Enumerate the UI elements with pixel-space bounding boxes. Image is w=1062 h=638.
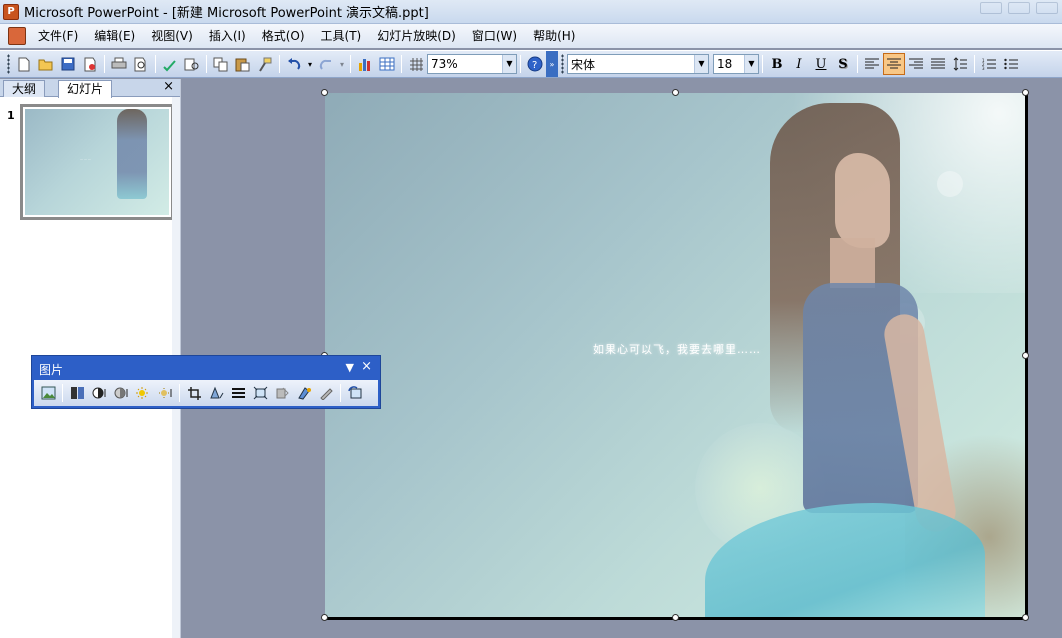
center-icon[interactable] bbox=[883, 53, 905, 75]
picture-toolbar-title: 图片 bbox=[39, 362, 64, 377]
more-brightness-icon[interactable] bbox=[132, 382, 154, 404]
menu-help[interactable]: 帮助(H) bbox=[525, 25, 583, 47]
paste-icon[interactable] bbox=[232, 53, 254, 75]
bullets-icon[interactable] bbox=[1000, 53, 1022, 75]
minimize-icon[interactable] bbox=[980, 2, 1002, 14]
document-menu-icon[interactable] bbox=[8, 27, 26, 45]
insert-picture-icon[interactable] bbox=[37, 382, 59, 404]
numbering-icon[interactable]: 123 bbox=[978, 53, 1000, 75]
less-contrast-icon[interactable] bbox=[110, 382, 132, 404]
maximize-icon[interactable] bbox=[1008, 2, 1030, 14]
line-style-icon[interactable] bbox=[227, 382, 249, 404]
align-left-icon[interactable] bbox=[861, 53, 883, 75]
svg-text:3: 3 bbox=[982, 66, 985, 70]
resize-handle-right[interactable] bbox=[1022, 352, 1029, 359]
close-window-icon[interactable] bbox=[1036, 2, 1058, 14]
print-preview-icon[interactable] bbox=[130, 53, 152, 75]
set-transparent-color-icon[interactable] bbox=[315, 382, 337, 404]
new-icon[interactable] bbox=[13, 53, 35, 75]
close-icon[interactable]: × bbox=[163, 79, 174, 95]
resize-handle-bottom-right[interactable] bbox=[1022, 614, 1029, 621]
copy-icon[interactable] bbox=[210, 53, 232, 75]
research-icon[interactable] bbox=[181, 53, 203, 75]
slide-caption: 如果心可以飞，我要去哪里…… bbox=[593, 343, 761, 356]
print-icon[interactable] bbox=[108, 53, 130, 75]
save-icon[interactable] bbox=[57, 53, 79, 75]
menu-tools[interactable]: 工具(T) bbox=[313, 25, 370, 47]
resize-handle-top-right[interactable] bbox=[1022, 89, 1029, 96]
menu-bar: 文件(F) 编辑(E) 视图(V) 插入(I) 格式(O) 工具(T) 幻灯片放… bbox=[0, 24, 1062, 48]
slide-number: 1 bbox=[7, 109, 15, 122]
align-right-icon[interactable] bbox=[905, 53, 927, 75]
window-controls bbox=[980, 2, 1058, 14]
rotate-left-icon[interactable] bbox=[205, 382, 227, 404]
menu-file[interactable]: 文件(F) bbox=[30, 25, 86, 47]
bold-button[interactable]: B bbox=[766, 53, 788, 75]
menu-window[interactable]: 窗口(W) bbox=[464, 25, 525, 47]
toolbar-options-icon[interactable]: » bbox=[546, 51, 558, 77]
undo-dropdown-icon[interactable]: ▾ bbox=[305, 53, 315, 75]
open-icon[interactable] bbox=[35, 53, 57, 75]
font-size-select[interactable]: 18 ▼ bbox=[713, 54, 759, 74]
standard-formatting-toolbar: ▾ ▾ 73% ▼ ? » 宋体 ▼ 18 ▼ B I U S 123 bbox=[0, 50, 1062, 78]
powerpoint-app-icon[interactable]: P bbox=[3, 3, 19, 20]
toolbar-grip[interactable] bbox=[561, 54, 564, 74]
resize-handle-bottom[interactable] bbox=[672, 614, 679, 621]
menu-view[interactable]: 视图(V) bbox=[143, 25, 201, 47]
chevron-down-icon[interactable]: ▼ bbox=[744, 55, 758, 73]
zoom-value: 73% bbox=[431, 57, 458, 71]
svg-text:?: ? bbox=[532, 60, 537, 71]
slide-thumbnail-image: — — — bbox=[25, 109, 169, 215]
reset-picture-icon[interactable] bbox=[344, 382, 366, 404]
picture-toolbar: 图片 ▼ × bbox=[31, 355, 381, 409]
recolor-icon[interactable] bbox=[271, 382, 293, 404]
format-picture-icon[interactable] bbox=[293, 382, 315, 404]
spelling-icon[interactable] bbox=[159, 53, 181, 75]
close-icon[interactable]: × bbox=[361, 359, 372, 374]
crop-icon[interactable] bbox=[183, 382, 205, 404]
resize-handle-top[interactable] bbox=[672, 89, 679, 96]
chart-icon[interactable] bbox=[354, 53, 376, 75]
window-title: Microsoft PowerPoint - [新建 Microsoft Pow… bbox=[24, 6, 429, 21]
pane-tabs: 大纲 幻灯片 × bbox=[0, 79, 180, 98]
tab-slides[interactable]: 幻灯片 bbox=[58, 80, 113, 98]
picture-toolbar-buttons bbox=[34, 380, 378, 406]
chevron-down-icon[interactable]: ▼ bbox=[502, 55, 516, 73]
help-icon[interactable]: ? bbox=[524, 53, 546, 75]
menu-format[interactable]: 格式(O) bbox=[254, 25, 313, 47]
menu-slideshow[interactable]: 幻灯片放映(D) bbox=[369, 25, 464, 47]
permission-icon[interactable] bbox=[79, 53, 101, 75]
font-name-value: 宋体 bbox=[571, 57, 596, 72]
underline-button[interactable]: U bbox=[810, 53, 832, 75]
color-icon[interactable] bbox=[66, 382, 88, 404]
distributed-icon[interactable] bbox=[927, 53, 949, 75]
font-name-select[interactable]: 宋体 ▼ bbox=[567, 54, 709, 74]
font-size-value: 18 bbox=[717, 57, 733, 71]
toolbar-grip[interactable] bbox=[7, 54, 10, 74]
more-contrast-icon[interactable] bbox=[88, 382, 110, 404]
picture-toolbar-titlebar[interactable]: 图片 ▼ × bbox=[34, 358, 378, 380]
shadow-button[interactable]: S bbox=[832, 53, 854, 75]
menu-edit[interactable]: 编辑(E) bbox=[86, 25, 143, 47]
less-brightness-icon[interactable] bbox=[154, 382, 176, 404]
title-bar: P Microsoft PowerPoint - [新建 Microsoft P… bbox=[0, 0, 1062, 24]
slide-thumbnail[interactable]: — — — bbox=[20, 104, 174, 220]
resize-handle-top-left[interactable] bbox=[321, 89, 328, 96]
menu-insert[interactable]: 插入(I) bbox=[201, 25, 254, 47]
resize-handle-bottom-left[interactable] bbox=[321, 614, 328, 621]
redo-dropdown-icon[interactable]: ▾ bbox=[337, 53, 347, 75]
zoom-select[interactable]: 73% ▼ bbox=[427, 54, 517, 74]
tab-outline[interactable]: 大纲 bbox=[3, 80, 46, 97]
table-icon[interactable] bbox=[376, 53, 398, 75]
chevron-down-icon[interactable]: ▼ bbox=[346, 361, 354, 374]
undo-icon[interactable] bbox=[283, 53, 305, 75]
italic-button[interactable]: I bbox=[788, 53, 810, 75]
chevron-down-icon[interactable]: ▼ bbox=[694, 55, 708, 73]
compress-pictures-icon[interactable] bbox=[249, 382, 271, 404]
line-spacing-icon[interactable] bbox=[949, 53, 971, 75]
grid-icon[interactable] bbox=[405, 53, 427, 75]
format-painter-icon[interactable] bbox=[254, 53, 276, 75]
slide-picture[interactable]: 如果心可以飞，我要去哪里…… bbox=[325, 93, 1028, 620]
redo-icon[interactable] bbox=[315, 53, 337, 75]
